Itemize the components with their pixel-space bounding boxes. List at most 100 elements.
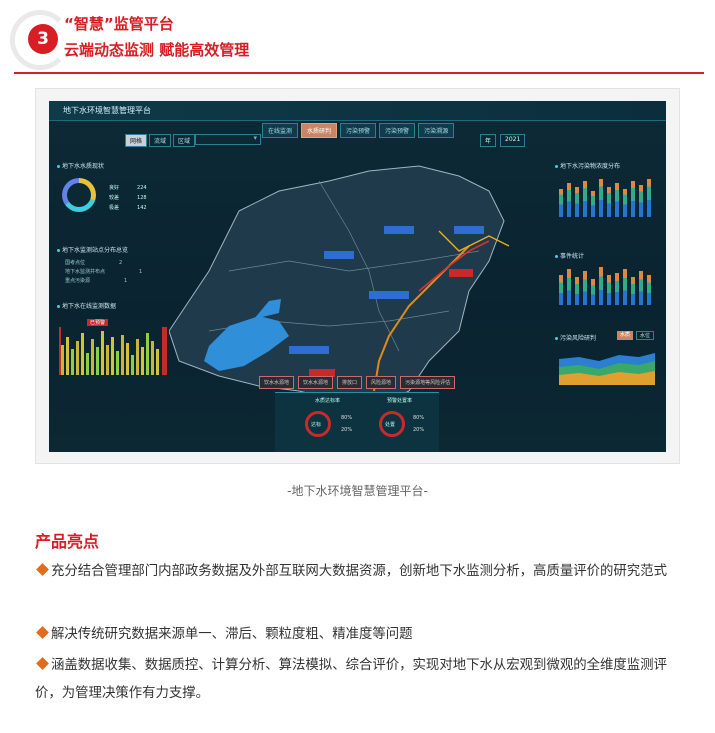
section-subtitle: 云端动态监测 赋能高效管理 xyxy=(64,41,250,59)
chart-bar xyxy=(91,339,94,375)
chart-bar xyxy=(76,341,79,375)
chart-bar xyxy=(639,185,643,217)
section-number-badge: 3 xyxy=(28,24,58,54)
year-picker[interactable]: 年 2021 xyxy=(480,134,526,147)
subtab-basin[interactable]: 流域 xyxy=(149,134,172,147)
pollution-bar-chart xyxy=(559,177,655,217)
chart-bar xyxy=(121,335,124,375)
risk-button[interactable]: 水质 xyxy=(617,331,634,340)
gauge-title: 水质达标率 xyxy=(315,398,341,404)
region-select[interactable] xyxy=(195,134,261,145)
risk-area-chart xyxy=(559,353,655,385)
tab-online-monitoring[interactable]: 在线监测 xyxy=(262,123,299,138)
dashboard-sub-tabs: 网格 流域 区域 xyxy=(125,134,196,147)
risk-toggle: 水质 水位 xyxy=(617,331,655,340)
diamond-bullet-icon xyxy=(36,626,49,639)
chart-bar xyxy=(559,275,563,305)
diamond-bullet-icon xyxy=(36,657,49,670)
gauge-pct: 20% xyxy=(341,427,353,433)
chart-bar xyxy=(131,355,134,375)
map-layer-button[interactable]: 饮水水源地 xyxy=(259,376,295,389)
chart-bar xyxy=(631,277,635,305)
map-layer-buttons: 饮水水源地 饮水水源地 排放口 风险源地 污染源地等风险评估 xyxy=(259,376,456,389)
list-item: 地下水监测井布点 1 xyxy=(65,269,143,275)
chart-bar xyxy=(559,189,563,217)
diamond-bullet-icon xyxy=(36,563,49,576)
chart-bar xyxy=(607,187,611,217)
list-item: 重点污染源 1 xyxy=(65,278,128,284)
chart-bar xyxy=(96,347,99,375)
map-marker[interactable] xyxy=(324,251,354,259)
list-item: 国考点位 2 xyxy=(65,260,123,266)
status-row: 良好 224 xyxy=(109,185,147,191)
chart-bar xyxy=(111,337,114,375)
chart-bar xyxy=(151,341,154,375)
section-title: “智慧”监管平台 xyxy=(64,15,174,33)
chart-bar xyxy=(567,183,571,217)
chart-bar xyxy=(66,337,69,375)
status-row: 较差 128 xyxy=(109,195,147,201)
gauge-center-label: 处置 xyxy=(385,422,396,428)
chart-bar xyxy=(615,273,619,305)
chart-bar xyxy=(647,179,651,217)
gauge-center-label: 达标 xyxy=(311,422,322,428)
gauge-title: 预警处置率 xyxy=(387,398,413,404)
map-marker[interactable] xyxy=(454,226,484,234)
chart-bar xyxy=(141,347,144,375)
status-donut-chart xyxy=(62,178,96,212)
chart-bar xyxy=(631,181,635,217)
panel-risk-title: 污染风险研判 xyxy=(555,333,596,342)
year-value[interactable]: 2021 xyxy=(500,134,526,147)
chart-bar xyxy=(136,339,139,375)
alert-badge: 已预警 xyxy=(87,319,109,326)
chart-bar xyxy=(86,353,89,375)
events-bar-chart xyxy=(559,265,655,305)
risk-button[interactable]: 水位 xyxy=(636,331,655,340)
subtab-grid[interactable]: 网格 xyxy=(125,134,148,147)
chart-bar xyxy=(615,183,619,217)
map-layer-button[interactable]: 饮水水源地 xyxy=(298,376,334,389)
screenshot-caption: -地下水环境智慧管理平台- xyxy=(287,484,428,498)
dashboard-nav-tabs: 在线监测 水质研判 污染预警 污染预警 污染溯源 xyxy=(262,123,455,138)
panel-pollution-title: 地下水污染物浓度分布 xyxy=(555,161,620,170)
map-layer-button[interactable]: 排放口 xyxy=(337,376,363,389)
map-layer-button[interactable]: 污染源地等风险评估 xyxy=(400,376,456,389)
tab-water-quality[interactable]: 水质研判 xyxy=(301,123,338,138)
highlight-item: 充分结合管理部门内部政务数据及外部互联网大数据资源，创新地下水监测分析，高质量评… xyxy=(35,558,685,586)
chart-bar xyxy=(591,191,595,217)
map-layer-button[interactable]: 风险源地 xyxy=(366,376,397,389)
highlights-title: 产品亮点 xyxy=(35,532,100,551)
tab-pollution-warning-2[interactable]: 污染预警 xyxy=(379,123,416,138)
subtab-region[interactable]: 区域 xyxy=(173,134,196,147)
map-marker[interactable] xyxy=(369,291,409,299)
gauge-pct: 20% xyxy=(413,427,425,433)
panel-status-title: 地下水水质现状 xyxy=(57,161,104,170)
chart-bar-alert xyxy=(59,327,61,375)
points-list: 国考点位 2 地下水监测井布点 1 重点污染源 1 xyxy=(65,259,142,286)
tab-pollution-tracing[interactable]: 污染溯源 xyxy=(418,123,455,138)
chart-bar xyxy=(61,345,64,375)
header-divider xyxy=(14,72,704,74)
chart-bar xyxy=(623,189,627,217)
map-marker[interactable] xyxy=(384,226,414,234)
gauge-pct: 80% xyxy=(413,415,425,421)
chart-bar xyxy=(575,187,579,217)
chart-bar xyxy=(146,333,149,375)
highlight-item: 解决传统研究数据来源单一、滞后、颗粒度粗、精准度等问题 xyxy=(35,621,685,649)
chart-bar xyxy=(623,269,627,305)
map-marker[interactable] xyxy=(449,269,473,277)
chart-bar-alert xyxy=(162,327,167,375)
chart-bar xyxy=(599,179,603,217)
highlight-item: 涵盖数据收集、数据质控、计算分析、算法模拟、综合评价，实现对地下水从宏观到微观的… xyxy=(35,657,667,701)
chart-bar xyxy=(106,345,109,375)
panel-events-title: 事件统计 xyxy=(555,251,584,260)
chart-bar xyxy=(575,277,579,305)
chart-bar xyxy=(647,275,651,305)
chart-bar xyxy=(591,279,595,305)
map-marker[interactable] xyxy=(289,346,329,354)
panel-trend-title: 地下水在线监测数据 xyxy=(57,301,116,310)
dashboard-screenshot: 地下水环境智慧管理平台 在线监测 水质研判 污染预警 污染预警 污染溯源 网格 … xyxy=(49,101,666,452)
tab-pollution-warning[interactable]: 污染预警 xyxy=(340,123,377,138)
chart-bar xyxy=(156,349,159,375)
gauge-pct: 80% xyxy=(341,415,353,421)
